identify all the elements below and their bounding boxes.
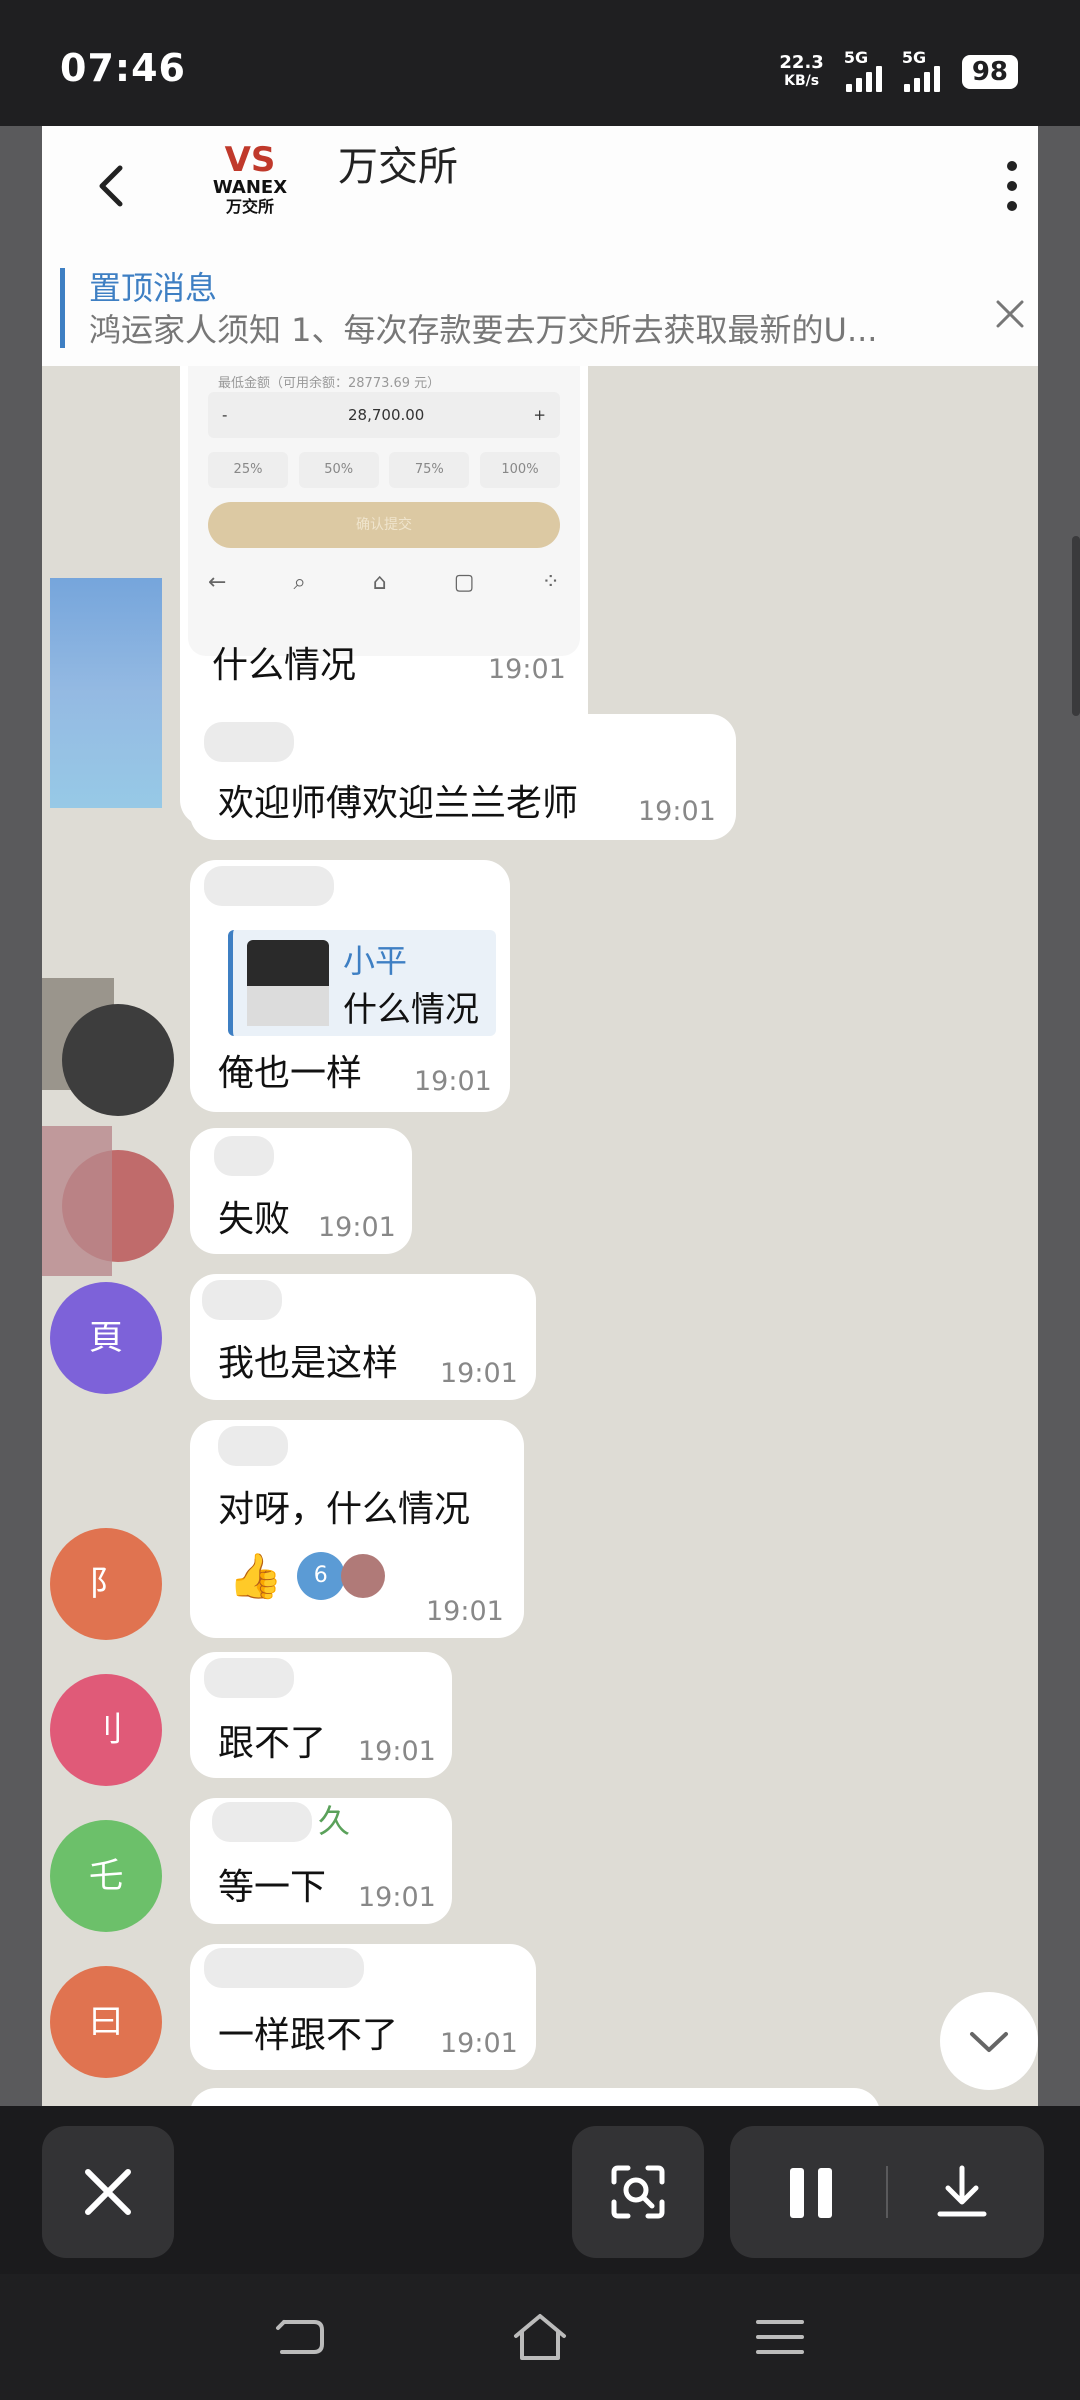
network-speed: 22.3 KB/s [779,52,824,90]
menu-icon[interactable] [752,2314,808,2360]
screenshot-navbar: ← ⌕ ⌂ ▢ ⁘ [208,570,560,595]
tabs-icon: ▢ [453,570,475,595]
message-text: 等一下 [218,1867,327,1908]
blurred-sender-name [204,722,294,762]
message-text: 一样跟不了 [218,2015,399,2056]
reactions-row[interactable]: 👍 6 [228,1550,385,1602]
avatar[interactable]: 乇 [50,1820,162,1932]
pinned-text: 鸿运家人须知 1、每次存款要去万交所去获取最新的U... [89,311,878,349]
back-arrow-icon: ← [208,570,227,595]
screenshot-caption: 最低金额（可用余额：28773.69 元） [218,376,441,391]
grid-icon: ⁘ [541,570,560,595]
chevron-left-icon[interactable] [82,156,142,216]
divider [886,2166,888,2218]
message-bubble[interactable] [190,2088,880,2106]
avatar[interactable]: 刂 [50,1674,162,1786]
avatar[interactable]: 阝 [50,1528,162,1640]
message-time: 19:01 [318,1212,396,1243]
message-time: 19:01 [488,654,566,685]
chevron-down-icon [970,2032,1008,2052]
back-icon[interactable] [270,2312,330,2362]
pinned-label: 置顶消息 [89,269,218,307]
message-time: 19:01 [638,796,716,827]
blurred-sender-name [218,1426,288,1466]
close-icon [85,2169,131,2215]
pixelated-avatar [50,578,162,808]
quote-sender: 小平 [343,942,408,980]
reactor-avatar [340,1554,385,1598]
system-navbar [0,2274,1080,2400]
message-text: 我也是这样 [218,1343,399,1384]
message-time: 19:01 [358,1736,436,1767]
avatar[interactable]: 頁 [50,1282,162,1394]
avatar[interactable]: 曰 [50,1966,162,2078]
signal-icon-sim2: 5G [902,48,940,92]
quote-thumbnail [247,940,329,1026]
thumbs-up-icon[interactable]: 👍 [228,1550,283,1602]
message-time: 19:01 [414,1066,492,1097]
blurred-sender-name [212,1802,312,1842]
home-icon[interactable] [510,2310,570,2364]
side-scroll-indicator [1072,536,1080,716]
sender-name: 久 [318,1802,351,1840]
quote-text: 什么情况 [343,990,479,1030]
screen-scan-button[interactable] [572,2126,704,2258]
message-text: 对呀，什么情况 [218,1489,471,1530]
amount-stepper: - 28,700.00 + [208,392,560,438]
home-icon: ⌂ [372,570,387,595]
message-text: 欢迎师傅欢迎兰兰老师 [218,783,579,824]
chat-screen: 最低金额（可用余额：28773.69 元） - 28,700.00 + 25% … [42,126,1038,2106]
confirm-button-preview: 确认提交 [208,502,560,548]
status-time: 07:46 [60,46,186,90]
more-vertical-icon[interactable] [1002,156,1022,216]
message-time: 19:01 [358,1882,436,1913]
message-text: 跟不了 [218,1723,327,1764]
pinned-message[interactable]: 置顶消息 鸿运家人须知 1、每次存款要去万交所去获取最新的U... [60,268,960,349]
group-logo[interactable]: VS WANEX 万交所 [202,136,298,232]
screen-scan-icon [611,2165,665,2219]
download-icon[interactable] [926,2156,998,2228]
message-time: 19:01 [426,1596,504,1627]
search-icon: ⌕ [293,570,306,595]
blurred-sender-name [204,866,334,906]
pause-icon[interactable] [790,2168,832,2218]
message-text: 什么情况 [212,645,357,686]
message-text: 失败 [218,1199,291,1240]
message-time: 19:01 [440,1358,518,1389]
status-bar: 07:46 22.3 KB/s 5G 5G 98 [0,0,1080,126]
chat-title[interactable]: 万交所 [338,134,458,192]
signal-icon-sim1: 5G [844,48,882,92]
shared-screenshot[interactable]: 最低金额（可用余额：28773.69 元） - 28,700.00 + 25% … [188,366,580,656]
reply-quote[interactable]: 小平 什么情况 [228,930,496,1036]
blurred-sender-name [202,1280,282,1320]
blurred-sender-name [204,1948,364,1988]
message-time: 19:01 [440,2028,518,2059]
battery-indicator: 98 [961,55,1018,89]
message-text: 俺也一样 [218,1053,363,1094]
close-icon[interactable] [990,294,1030,334]
playback-controls [730,2126,1044,2258]
blurred-sender-name [214,1136,274,1176]
avatar[interactable] [62,1004,174,1116]
percent-options: 25% 50% 75% 100% [208,452,560,488]
close-player-button[interactable] [42,2126,174,2258]
blurred-sender-name [204,1658,294,1698]
player-controls [0,2106,1080,2274]
chat-header: VS WANEX 万交所 万交所 置顶消息 鸿运家人须知 1、每次存款要去万交所… [42,126,1038,366]
pixelated-avatar [42,1126,112,1276]
reaction-count: 6 [296,1552,345,1600]
scroll-to-bottom-button[interactable] [940,1992,1038,2090]
